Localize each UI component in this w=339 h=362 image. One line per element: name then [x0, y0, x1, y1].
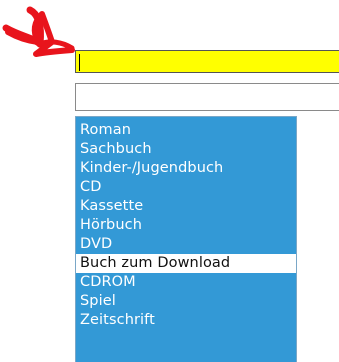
category-option[interactable]: Spiel: [76, 292, 296, 311]
highlighted-text-input[interactable]: [75, 50, 339, 73]
category-option[interactable]: Zeitschrift: [76, 311, 296, 330]
red-arrow-icon: [2, 6, 75, 57]
category-option[interactable]: DVD: [76, 235, 296, 254]
category-options-list[interactable]: Roman Sachbuch Kinder-/Jugendbuch CD Kassett…: [75, 116, 297, 362]
category-select[interactable]: [75, 83, 339, 111]
category-option[interactable]: Kassette: [76, 197, 296, 216]
text-caret: [79, 54, 80, 71]
screenshot-stage: Roman Sachbuch Kinder-/Jugendbuch CD Kassett…: [0, 0, 339, 362]
category-option[interactable]: Sachbuch: [76, 140, 296, 159]
category-option[interactable]: CDROM: [76, 273, 296, 292]
category-option[interactable]: CD: [76, 178, 296, 197]
category-option[interactable]: Kinder-/Jugendbuch: [76, 159, 296, 178]
category-option[interactable]: Hörbuch: [76, 216, 296, 235]
category-option[interactable]: Roman: [76, 121, 296, 140]
category-option[interactable]: Buch zum Download: [76, 254, 296, 273]
